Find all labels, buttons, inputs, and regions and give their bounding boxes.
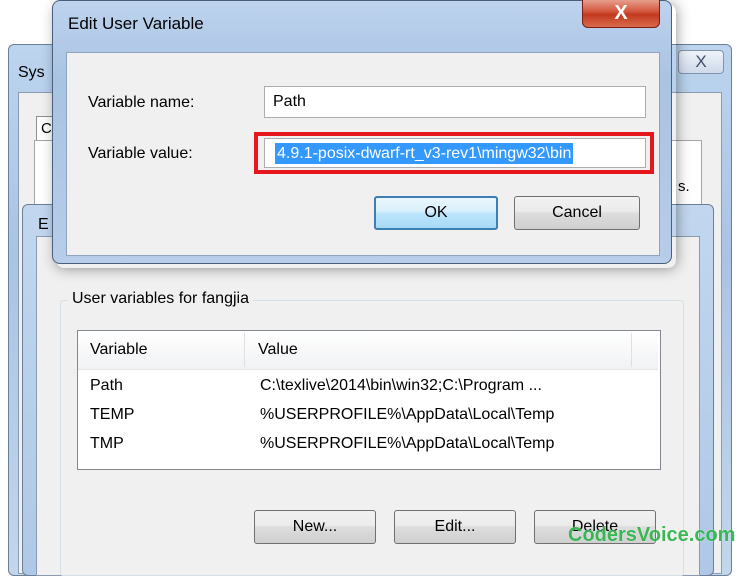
new-button[interactable]: New... [254,510,376,544]
variable-name-label: Variable name: [88,94,195,111]
system-properties-title: Sys [18,64,45,81]
column-separator[interactable] [631,333,632,367]
system-properties-truncated-text: s. [678,178,690,195]
dialog-title: Edit User Variable [68,14,204,33]
dialog-close-button[interactable]: X [582,0,660,28]
watermark: CodersVoice.com [568,524,736,546]
column-separator[interactable] [244,333,245,367]
table-row-variable[interactable]: Path [90,377,123,395]
table-row-variable[interactable]: TMP [90,435,124,453]
table-row-value[interactable]: C:\texlive\2014\bin\win32;C:\Program ... [260,377,542,395]
edit-button[interactable]: Edit... [394,510,516,544]
table-row-value[interactable]: %USERPROFILE%\AppData\Local\Temp [260,406,554,424]
user-variables-group-label: User variables for fangjia [68,290,253,308]
table-row-variable[interactable]: TEMP [90,406,134,424]
list-header [78,331,658,370]
ok-button[interactable]: OK [374,196,498,230]
cancel-button[interactable]: Cancel [514,196,640,230]
system-properties-close-button[interactable]: X [678,50,724,74]
environment-variables-title: E [38,216,49,233]
variable-value-label: Variable value: [88,145,193,162]
column-header-variable[interactable]: Variable [90,341,148,359]
variable-value-field[interactable]: 4.9.1-posix-dwarf-rt_v3-rev1\mingw32\bin [264,138,646,168]
column-header-value[interactable]: Value [258,341,298,359]
variable-value-selection: 4.9.1-posix-dwarf-rt_v3-rev1\mingw32\bin [275,143,574,164]
table-row-value[interactable]: %USERPROFILE%\AppData\Local\Temp [260,435,554,453]
variable-name-field[interactable]: Path [264,86,646,118]
